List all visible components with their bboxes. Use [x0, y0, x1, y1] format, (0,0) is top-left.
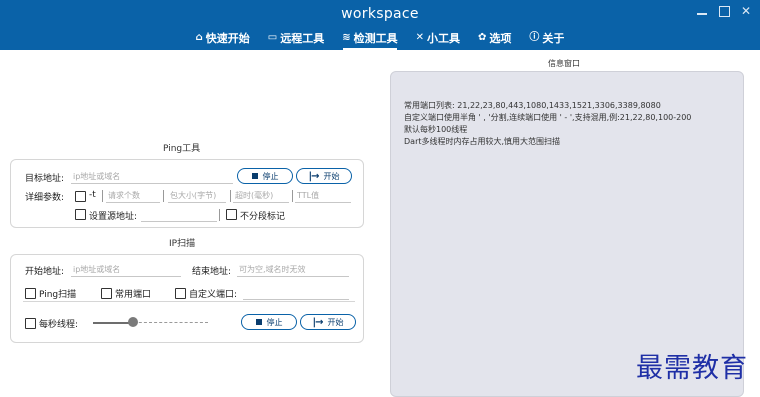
- tab-about[interactable]: ⓘ 关于: [520, 28, 573, 48]
- threads-slider-fill: [93, 322, 134, 324]
- target-input[interactable]: [71, 169, 233, 184]
- scan-start-button[interactable]: |→ 开始: [300, 314, 356, 330]
- watermark-logo: 最需教育: [636, 353, 748, 384]
- tab-label: 关于: [542, 32, 565, 45]
- threads-label: 每秒线程:: [39, 320, 79, 330]
- target-label: 目标地址:: [25, 174, 65, 184]
- common-ports-checkbox[interactable]: [101, 288, 112, 299]
- home-icon: ⌂: [195, 32, 203, 43]
- count-input[interactable]: [106, 188, 160, 203]
- custom-ports-input[interactable]: [243, 285, 349, 300]
- tab-quick-start[interactable]: ⌂ 快速开始: [187, 28, 259, 48]
- source-address-label: 设置源地址:: [89, 212, 138, 222]
- end-address-input[interactable]: [237, 262, 349, 277]
- info-line: 常用端口列表: 21,22,23,80,443,1080,1433,1521,3…: [404, 101, 661, 110]
- tab-label: 选项: [489, 32, 512, 45]
- end-address-label: 结束地址:: [192, 267, 232, 277]
- custom-ports-checkbox[interactable]: [175, 288, 186, 299]
- tools-icon: ✕: [415, 32, 424, 43]
- window-controls: ✕: [694, 4, 754, 18]
- info-window-title: 信息窗口: [548, 59, 580, 68]
- ping-scan-checkbox[interactable]: [25, 288, 36, 299]
- button-label: 停止: [266, 317, 283, 327]
- minimize-icon[interactable]: [694, 4, 710, 18]
- ping-section-title: Ping工具: [163, 144, 201, 154]
- scan-stop-button[interactable]: 停止: [241, 314, 297, 330]
- tab-label: 检测工具: [353, 32, 398, 45]
- separator: [102, 190, 103, 202]
- button-label: 停止: [262, 171, 279, 181]
- ping-stop-button[interactable]: 停止: [237, 168, 293, 184]
- params-label: 详细参数:: [25, 193, 65, 203]
- start-arrow-icon: |→: [312, 316, 323, 328]
- source-address-checkbox[interactable]: [75, 209, 86, 220]
- separator: [219, 209, 220, 221]
- t-flag-checkbox[interactable]: [75, 191, 86, 202]
- tab-options[interactable]: ✿ 选项: [469, 28, 520, 48]
- separator: [230, 190, 231, 202]
- info-line: 默认每秒100线程: [404, 125, 468, 134]
- maximize-icon[interactable]: [716, 4, 732, 18]
- main-nav: ⌂ 快速开始 ▭ 远程工具 ≋ 检测工具 ✕ 小工具 ✿ 选项 ⓘ 关于: [0, 28, 760, 50]
- tab-remote-tools[interactable]: ▭ 远程工具: [259, 28, 333, 48]
- gear-icon: ✿: [478, 32, 487, 43]
- tab-small-tools[interactable]: ✕ 小工具: [407, 28, 469, 48]
- separator: [292, 190, 293, 202]
- button-label: 开始: [327, 317, 344, 327]
- tab-detect-tools[interactable]: ≋ 检测工具: [333, 28, 406, 50]
- ping-start-button[interactable]: |→ 开始: [296, 168, 352, 184]
- start-arrow-icon: |→: [308, 170, 319, 182]
- threads-slider-handle[interactable]: [128, 317, 139, 327]
- start-address-label: 开始地址:: [25, 267, 65, 277]
- ping-scan-label: Ping扫描: [39, 290, 77, 300]
- ping-panel: 目标地址: 停止 |→ 开始 详细参数: -t 设置源地址: 不分段标记: [10, 159, 364, 228]
- tab-label: 小工具: [427, 32, 460, 45]
- t-flag-label: -t: [89, 190, 96, 200]
- packet-size-input[interactable]: [168, 188, 226, 203]
- ipscan-section-title: IP扫描: [169, 239, 196, 249]
- info-line: 自定义端口使用半角 ' , '分割,连续端口使用 ' - ',支持混用,例:21…: [404, 113, 692, 122]
- screen-icon: ▭: [267, 32, 278, 43]
- no-fragment-label: 不分段标记: [240, 212, 286, 222]
- source-address-input[interactable]: [141, 207, 217, 222]
- app-title: workspace: [341, 6, 419, 22]
- stop-icon: [255, 319, 262, 325]
- ipscan-panel: 开始地址: 结束地址: Ping扫描 常用端口 自定义端口: 每秒线程: 停止 …: [10, 254, 364, 343]
- info-icon: ⓘ: [529, 32, 540, 43]
- threads-checkbox[interactable]: [25, 318, 36, 329]
- stop-icon: [251, 173, 258, 179]
- custom-ports-label: 自定义端口:: [189, 290, 238, 300]
- info-line: Dart多线程时内存占用较大,慎用大范围扫描: [404, 137, 561, 146]
- timeout-input[interactable]: [233, 188, 289, 203]
- common-ports-label: 常用端口: [115, 290, 152, 300]
- title-bar: workspace ✕ ⌂ 快速开始 ▭ 远程工具 ≋ 检测工具 ✕ 小工具 ✿…: [0, 0, 760, 50]
- ttl-input[interactable]: [295, 188, 351, 203]
- separator: [163, 190, 164, 202]
- wifi-icon: ≋: [342, 32, 351, 43]
- no-fragment-checkbox[interactable]: [226, 209, 237, 220]
- divider: [23, 301, 355, 302]
- start-address-input[interactable]: [71, 262, 181, 277]
- tab-label: 快速开始: [205, 32, 250, 45]
- button-label: 开始: [323, 171, 340, 181]
- tab-label: 远程工具: [280, 32, 325, 45]
- close-icon[interactable]: ✕: [738, 4, 754, 18]
